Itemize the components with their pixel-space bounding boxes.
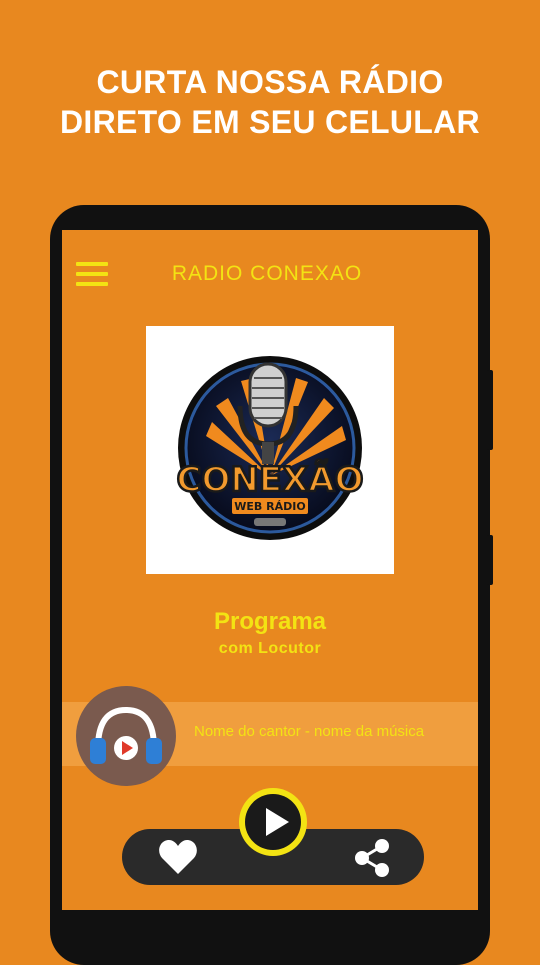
now-playing-text: Nome do cantor - nome da música (194, 723, 425, 740)
logo-tagline: WEB RÁDIO (234, 500, 305, 513)
promo-headline: CURTA NOSSA RÁDIO DIRETO EM SEU CELULAR (0, 62, 540, 142)
app-title: RADIO CONEXAO (171, 262, 363, 285)
logo-wordmark: CONEXÃO (177, 459, 364, 500)
station-logo: CONEXÃO WEB RÁDIO (146, 326, 394, 574)
heart-icon[interactable] (158, 838, 198, 876)
headphones-icon (76, 686, 176, 786)
play-button[interactable] (237, 786, 309, 858)
promo-line-2: DIRETO EM SEU CELULAR (60, 104, 480, 140)
program-subtitle: com Locutor (218, 640, 322, 657)
conexao-logo-image: CONEXÃO WEB RÁDIO (175, 356, 365, 540)
phone-side-button (487, 535, 493, 585)
program-title: Programa (213, 608, 327, 635)
phone-side-button (487, 370, 493, 450)
promo-line-1: CURTA NOSSA RÁDIO (96, 64, 444, 100)
share-icon[interactable] (352, 838, 392, 878)
play-icon[interactable] (237, 786, 309, 858)
